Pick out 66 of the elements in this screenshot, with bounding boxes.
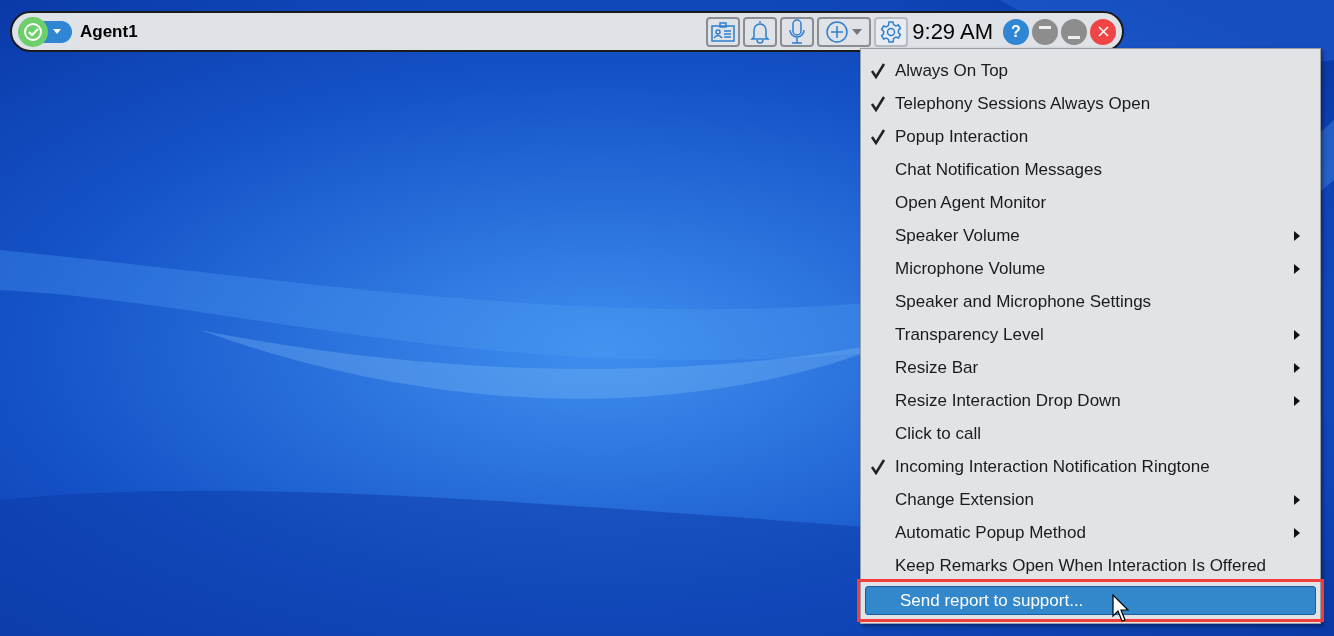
help-button[interactable]: ? [1003,18,1029,45]
checkmark-icon [870,458,886,475]
id-card-icon [711,21,736,42]
menu-item-label: Automatic Popup Method [895,521,1086,544]
submenu-arrow-icon [1294,263,1300,274]
contact-card-button[interactable] [706,16,741,47]
checkmark-icon [870,128,886,145]
menu-item[interactable]: Telephony Sessions Always Open [861,87,1320,120]
menu-item-label: Resize Bar [895,356,979,379]
menu-item[interactable]: Resize Bar [861,351,1320,384]
menu-item-label: Microphone Volume [895,257,1046,280]
menu-item-label: Telephony Sessions Always Open [895,92,1151,115]
plus-circle-icon [826,20,849,43]
menu-item[interactable]: Click to call [861,417,1320,450]
submenu-arrow-icon [1294,527,1300,538]
microphone-button[interactable] [780,16,815,47]
menu-item-label: Transparency Level [895,323,1044,346]
menu-item[interactable]: Change Extension [861,483,1320,516]
settings-button[interactable] [874,16,909,47]
submenu-arrow-icon [1294,395,1300,406]
menu-item-label: Send report to support... [900,589,1084,612]
menu-item-label: Resize Interaction Drop Down [895,389,1121,412]
menu-item-label: Open Agent Monitor [895,191,1047,214]
menu-item-label: Always On Top [895,59,1009,82]
submenu-arrow-icon [1294,329,1300,340]
submenu-arrow-icon [1294,362,1300,373]
menu-item[interactable]: Transparency Level [861,318,1320,351]
microphone-icon [788,18,807,45]
restore-icon [1039,25,1051,29]
caret-icon [852,28,863,35]
close-button[interactable] [1090,18,1116,45]
minimize-icon [1068,35,1080,39]
menu-item[interactable]: Resize Interaction Drop Down [861,384,1320,417]
menu-item-label: Speaker Volume [895,224,1020,247]
menu-item-label: Popup Interaction [895,125,1029,148]
restore-button[interactable] [1032,18,1058,45]
add-button[interactable] [817,16,872,47]
menu-item-label: Keep Remarks Open When Interaction Is Offered [895,554,1267,577]
menu-item-label: Chat Notification Messages [895,158,1102,181]
minimize-button[interactable] [1061,18,1087,45]
agent-name: Agent1 [80,20,138,43]
menu-item[interactable]: Keep Remarks Open When Interaction Is Offered [861,549,1320,582]
caret-icon [52,28,62,35]
bell-icon [750,19,771,44]
settings-icon [879,19,904,44]
menu-item[interactable]: Open Agent Monitor [861,186,1320,219]
menu-item-label: Change Extension [895,488,1034,511]
menu-item[interactable]: Chat Notification Messages [861,153,1320,186]
menu-item[interactable]: Always On Top [861,54,1320,87]
submenu-arrow-icon [1294,230,1300,241]
menu-item[interactable]: Incoming Interaction Notification Ringtone [861,450,1320,483]
clock-time: 9:29 AM [912,18,993,46]
menu-item[interactable]: Microphone Volume [861,252,1320,285]
menu-item[interactable]: Speaker Volume [861,219,1320,252]
menu-item-label: Click to call [895,422,981,445]
checkmark-icon [870,62,886,79]
notifications-button[interactable] [743,16,778,47]
menu-item[interactable]: Speaker and Microphone Settings [861,285,1320,318]
submenu-arrow-icon [1294,494,1300,505]
close-icon [1097,26,1109,37]
menu-item[interactable]: Automatic Popup Method [861,516,1320,549]
menu-item-label: Incoming Interaction Notification Ringtone [895,455,1210,478]
menu-item[interactable]: Popup Interaction [861,120,1320,153]
checkmark-icon [870,95,886,112]
menu-item-label: Speaker and Microphone Settings [895,290,1152,313]
status-available-icon[interactable] [18,16,48,47]
